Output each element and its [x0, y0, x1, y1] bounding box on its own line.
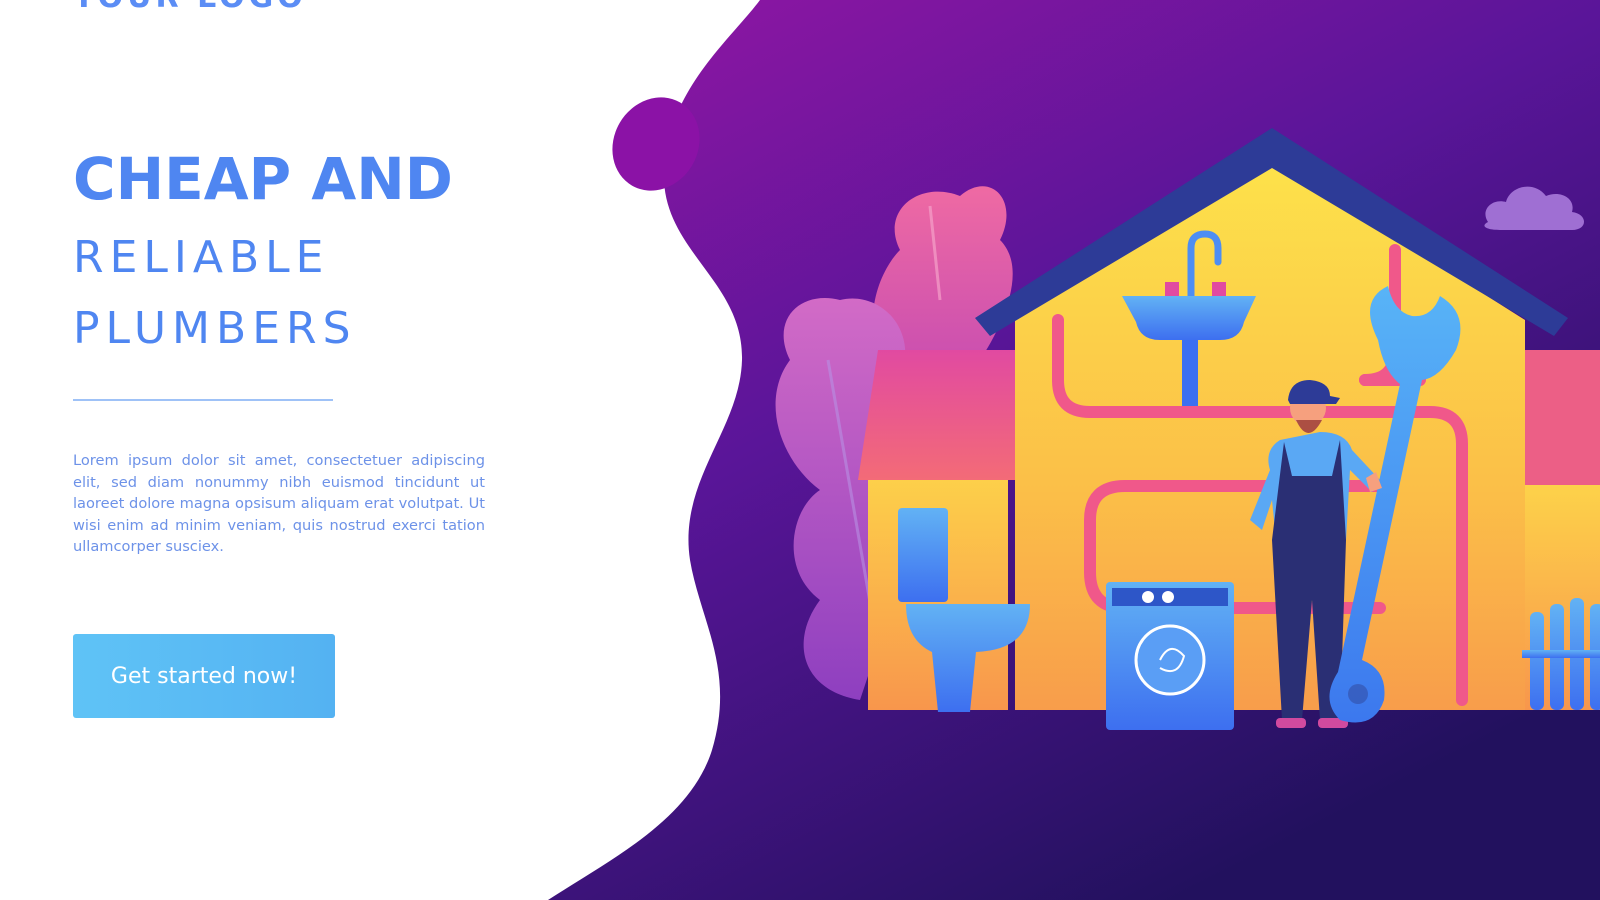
washing-machine-icon — [1106, 582, 1234, 730]
headline-divider — [73, 399, 333, 401]
get-started-button[interactable]: Get started now! — [73, 634, 335, 718]
logo-text[interactable]: YOUR LOGO — [73, 0, 307, 15]
landing-page: YOUR LOGO CHEAP AND RELIABLE PLUMBERS Lo… — [0, 0, 1600, 900]
side-house-right-roof — [1520, 350, 1600, 485]
headline-strong: CHEAP AND — [73, 145, 453, 213]
description-text: Lorem ipsum dolor sit amet, consectetuer… — [73, 452, 485, 555]
headline-line-2: PLUMBERS — [73, 303, 357, 354]
side-house-left-roof — [858, 350, 1015, 480]
headline-line-1: RELIABLE — [73, 232, 330, 283]
